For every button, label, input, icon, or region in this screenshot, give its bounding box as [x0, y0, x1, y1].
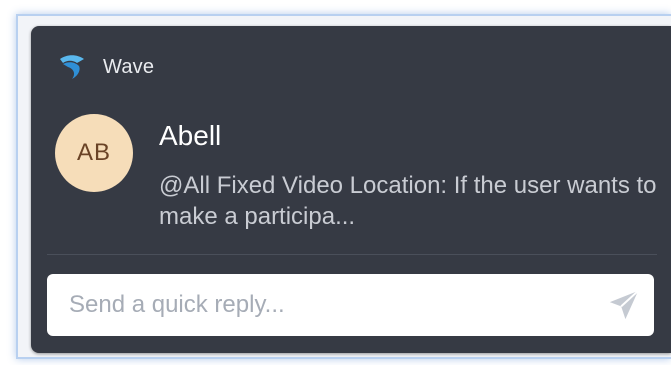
- message-preview: @All Fixed Video Location: If the user w…: [159, 172, 657, 230]
- notification-header: Wave: [55, 50, 154, 84]
- quick-reply-box: [47, 274, 654, 336]
- app-name: Wave: [103, 55, 155, 78]
- send-button[interactable]: [594, 274, 654, 336]
- avatar: AB: [55, 114, 133, 192]
- send-icon: [609, 290, 639, 320]
- sender-name: Abell: [159, 120, 222, 151]
- divider: [47, 254, 657, 255]
- wave-logo-icon: [60, 55, 84, 79]
- quick-reply-input[interactable]: [47, 274, 594, 336]
- notification-card[interactable]: Wave AB Abell @All Fixed Video Location:…: [31, 26, 671, 353]
